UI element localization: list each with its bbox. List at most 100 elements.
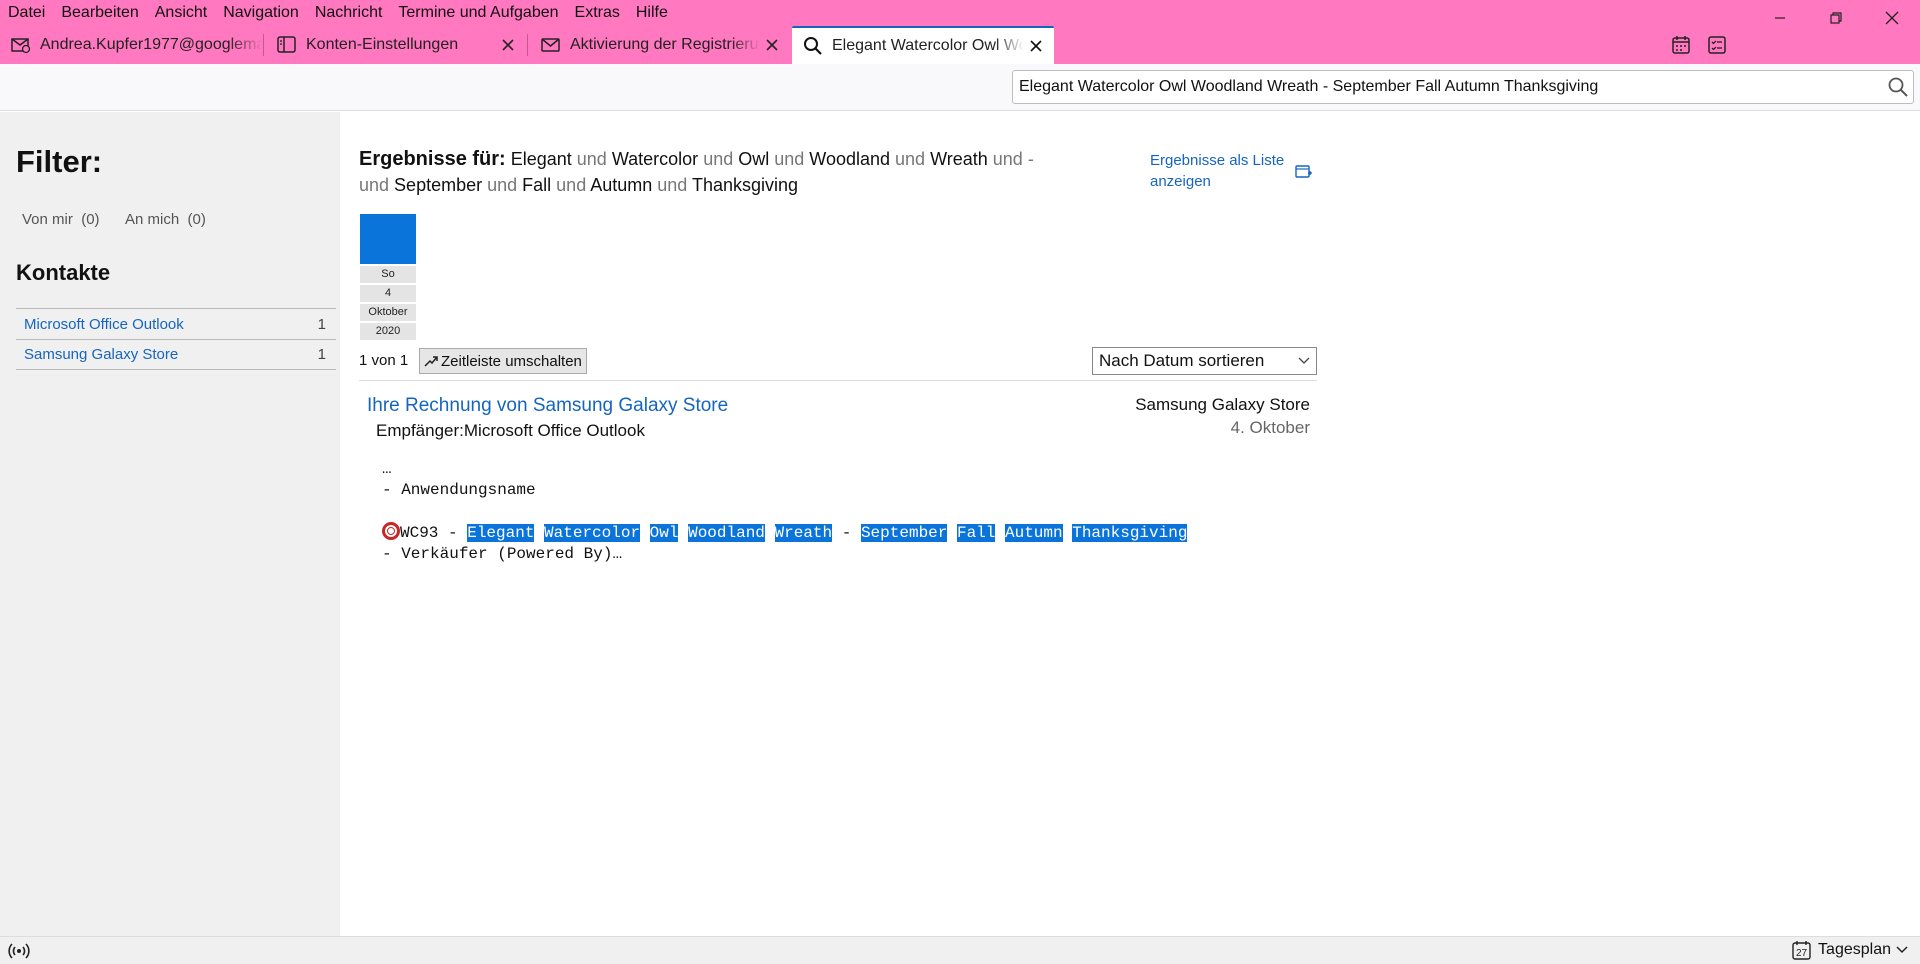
term-connector: und — [769, 149, 810, 169]
menu-hilfe[interactable]: Hilfe — [636, 4, 668, 22]
term-connector: und — [890, 149, 931, 169]
tab-label: Elegant Watercolor Owl Woodland Wreath — [832, 37, 1024, 54]
tab-close-button[interactable] — [496, 33, 520, 57]
tab-close-button[interactable] — [1024, 34, 1048, 58]
tab-separator — [527, 34, 528, 56]
sort-select[interactable]: Nach Datum sortieren — [1092, 347, 1317, 375]
term-connector: und — [482, 175, 523, 195]
timeline-bar[interactable] — [360, 214, 416, 264]
snippet-line: - Verkäufer (Powered By)… — [382, 545, 623, 563]
chevron-down-icon — [1896, 946, 1908, 954]
filter-to-me[interactable]: An mich (0) — [125, 211, 206, 228]
today-pane-label: Tagesplan — [1818, 941, 1891, 958]
tab-label: Aktivierung der Registrierung — [570, 36, 760, 53]
search-term: Watercolor — [611, 149, 699, 169]
result-sender[interactable]: Samsung Galaxy Store — [1040, 395, 1310, 415]
menu-bearbeiten[interactable]: Bearbeiten — [61, 4, 138, 22]
search-box — [1012, 70, 1914, 104]
snippet-prefix: WC93 - — [400, 524, 468, 542]
tab-separator — [263, 34, 264, 56]
trend-arrow-icon — [424, 356, 438, 367]
snippet-line: … — [382, 460, 392, 478]
close-icon — [1885, 11, 1899, 25]
show-as-list-link[interactable]: Ergebnisse als Liste anzeigen — [1150, 150, 1300, 192]
contact-row[interactable]: Samsung Galaxy Store 1 — [16, 339, 336, 370]
term-connector: und — [698, 149, 739, 169]
toggle-timeline-button[interactable]: Zeitleiste umschalten — [419, 348, 587, 374]
search-toolbar — [0, 64, 1920, 111]
snippet-term: Woodland — [688, 524, 765, 542]
tab-label: Andrea.Kupfer1977@googlemail.com — [40, 36, 262, 53]
tab-activation[interactable]: Aktivierung der Registrierung — [530, 26, 790, 64]
restore-icon — [1830, 12, 1842, 24]
result-date: 4. Oktober — [1230, 418, 1310, 437]
snippet-term: Autumn — [1005, 524, 1063, 542]
snippet-term: Elegant — [467, 524, 535, 542]
close-icon — [502, 39, 514, 51]
tasks-icon[interactable] — [1706, 34, 1728, 56]
term-connector: und — [359, 175, 395, 195]
snippet-term: Owl — [649, 524, 679, 542]
snippet-highlighted-terms: Elegant Watercolor Owl Woodland Wreath -… — [467, 524, 1188, 542]
result-recipient: Empfänger:Microsoft Office Outlook — [376, 421, 645, 440]
today-pane-day: 27 — [1796, 948, 1808, 959]
timeline-day: So — [360, 266, 416, 283]
tab-bar: Andrea.Kupfer1977@googlemail.com Konten-… — [0, 26, 1920, 64]
result-snippet: … - Anwendungsname WC93 - Elegant Waterc… — [382, 459, 1188, 565]
results-heading: Ergebnisse für: Elegant und Watercolor u… — [359, 146, 1059, 198]
filter-count: (0) — [187, 211, 206, 228]
minimize-icon — [1775, 17, 1785, 19]
online-status-icon[interactable] — [8, 942, 30, 960]
filter-from-me[interactable]: Von mir (0) — [22, 211, 100, 228]
snippet-term: - — [841, 524, 852, 542]
filter-title: Filter: — [16, 144, 103, 179]
lifebuoy-icon — [382, 522, 400, 540]
contact-count: 1 — [317, 315, 326, 333]
search-term: Owl — [738, 149, 770, 169]
tab-close-button[interactable] — [760, 33, 784, 57]
snippet-line: - Anwendungsname — [382, 481, 536, 499]
divider — [359, 380, 1317, 381]
sort-selected-value: Nach Datum sortieren — [1099, 351, 1265, 370]
envelope-icon — [540, 34, 562, 56]
open-tab-icon[interactable] — [1295, 162, 1313, 180]
result-title-link[interactable]: Ihre Rechnung von Samsung Galaxy Store — [367, 395, 728, 417]
chevron-down-icon — [1298, 357, 1310, 364]
timeline-date: 4 — [360, 285, 416, 302]
search-term: Fall — [522, 175, 552, 195]
snippet-term: Wreath — [774, 524, 833, 542]
tab-search-results[interactable]: Elegant Watercolor Owl Woodland Wreath — [792, 26, 1054, 64]
menu-datei[interactable]: Datei — [8, 4, 45, 22]
filter-label: An mich — [125, 211, 180, 228]
close-icon — [1030, 40, 1042, 52]
mail-folder-icon — [10, 34, 32, 56]
menu-navigation[interactable]: Navigation — [223, 4, 299, 22]
filter-label: Von mir — [22, 211, 73, 228]
tab-mail-account[interactable]: Andrea.Kupfer1977@googlemail.com — [0, 26, 262, 64]
contacts-title: Kontakte — [16, 260, 111, 285]
term-connector: und — [571, 149, 612, 169]
filter-sidebar: Filter: Von mir (0) An mich (0) Kontakte… — [0, 112, 340, 936]
menu-nachricht[interactable]: Nachricht — [315, 4, 383, 22]
menu-extras[interactable]: Extras — [575, 4, 620, 22]
contact-row[interactable]: Microsoft Office Outlook 1 — [16, 308, 336, 339]
search-term: Wreath — [930, 149, 988, 169]
snippet-term: Fall — [956, 524, 996, 542]
menu-termine[interactable]: Termine und Aufgaben — [398, 4, 558, 22]
search-input[interactable] — [1019, 78, 1883, 96]
contact-name: Microsoft Office Outlook — [24, 315, 184, 333]
menu-ansicht[interactable]: Ansicht — [155, 4, 207, 22]
calendar-icon[interactable] — [1670, 34, 1692, 56]
account-settings-icon — [276, 34, 298, 56]
toggle-timeline-label: Zeitleiste umschalten — [441, 352, 582, 370]
search-icon — [802, 35, 824, 57]
timeline[interactable]: So 4 Oktober 2020 — [360, 214, 416, 340]
contact-name: Samsung Galaxy Store — [24, 346, 179, 363]
search-term: Elegant — [510, 149, 572, 169]
today-pane-toggle[interactable]: 27 Tagesplan — [1792, 940, 1908, 960]
term-connector: und — [551, 175, 591, 195]
menu-bar: Datei Bearbeiten Ansicht Navigation Nach… — [0, 0, 1920, 26]
search-icon[interactable] — [1883, 72, 1913, 102]
search-term: - — [1027, 149, 1034, 169]
tab-account-settings[interactable]: Konten-Einstellungen — [266, 26, 526, 64]
